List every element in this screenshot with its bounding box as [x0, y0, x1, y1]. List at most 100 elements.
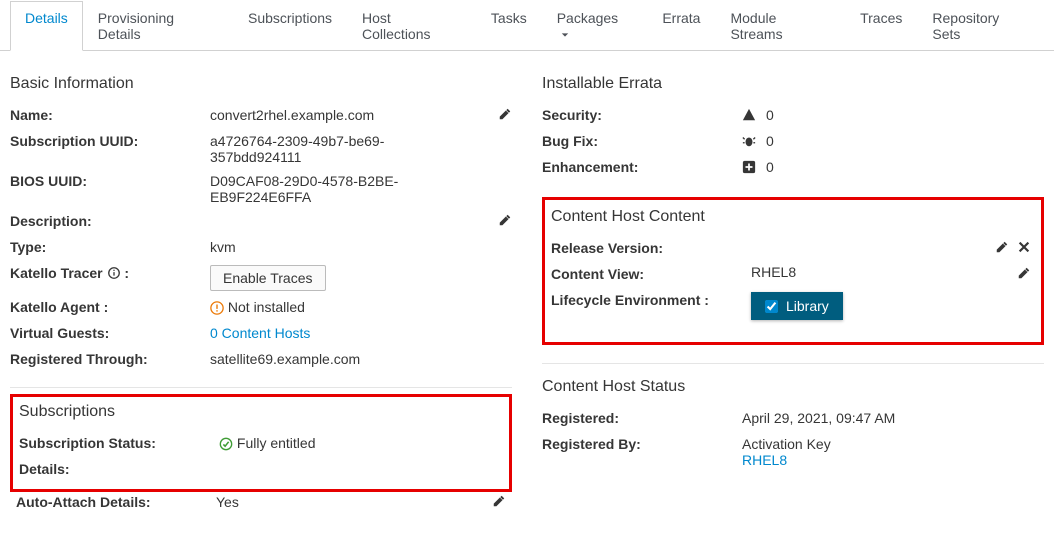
row-bugfix: Bug Fix: 0	[542, 131, 1044, 151]
enhancement-label: Enhancement:	[542, 157, 742, 175]
content-host-content-highlight: Content Host Content Release Version: Co…	[542, 197, 1044, 345]
registered-through-value: satellite69.example.com	[210, 349, 472, 367]
enhancement-count: 0	[766, 159, 774, 175]
tab-host-collections[interactable]: Host Collections	[347, 1, 476, 51]
edit-icon[interactable]	[498, 107, 512, 121]
row-enhancement: Enhancement: 0	[542, 157, 1044, 177]
remove-icon[interactable]	[1017, 240, 1031, 254]
type-label: Type:	[10, 237, 210, 255]
bios-uuid-label: BIOS UUID:	[10, 171, 210, 189]
bugfix-count: 0	[766, 133, 774, 149]
agent-value: Not installed	[210, 297, 472, 315]
row-security: Security: 0	[542, 105, 1044, 125]
tab-packages[interactable]: Packages	[542, 1, 648, 51]
registered-by-label: Registered By:	[542, 434, 742, 452]
security-label: Security:	[542, 105, 742, 123]
row-registered-by: Registered By: Activation Key RHEL8	[542, 434, 1044, 468]
lifecycle-env-value: Library	[786, 298, 829, 314]
name-value: convert2rhel.example.com	[210, 105, 472, 123]
tab-traces[interactable]: Traces	[845, 1, 917, 51]
installable-errata-title: Installable Errata	[542, 75, 1044, 93]
bugfix-label: Bug Fix:	[542, 131, 742, 149]
tracer-colon: :	[124, 265, 129, 281]
tracer-label: Katello Tracer :	[10, 263, 210, 281]
chevron-down-icon	[561, 26, 569, 34]
separator	[10, 387, 512, 388]
enable-traces-button[interactable]: Enable Traces	[210, 265, 326, 291]
tabs-bar: Details Provisioning Details Subscriptio…	[0, 0, 1054, 51]
tab-module-streams[interactable]: Module Streams	[715, 1, 845, 51]
bios-uuid-value: D09CAF08-29D0-4578-B2BE-EB9F224E6FFA	[210, 171, 472, 205]
type-value: kvm	[210, 237, 472, 255]
edit-icon[interactable]	[498, 213, 512, 227]
row-description: Description:	[10, 211, 512, 231]
registered-by-link[interactable]: RHEL8	[742, 452, 787, 468]
tab-tasks[interactable]: Tasks	[476, 1, 542, 51]
row-katello-agent: Katello Agent : Not installed	[10, 297, 512, 317]
tab-errata[interactable]: Errata	[647, 1, 715, 51]
release-version-label: Release Version:	[551, 238, 751, 256]
separator	[542, 363, 1044, 364]
bug-icon	[742, 134, 756, 148]
registered-through-label: Registered Through:	[10, 349, 210, 367]
content-view-value: RHEL8	[751, 264, 931, 280]
description-label: Description:	[10, 211, 210, 229]
row-lifecycle-env: Lifecycle Environment : Library	[551, 290, 1031, 320]
sub-status-text: Fully entitled	[237, 435, 316, 451]
registered-value: April 29, 2021, 09:47 AM	[742, 408, 1044, 426]
tracer-label-text: Katello Tracer	[10, 265, 103, 281]
row-sub-details: Details:	[19, 459, 503, 479]
row-bios-uuid: BIOS UUID: D09CAF08-29D0-4578-B2BE-EB9F2…	[10, 171, 512, 205]
sub-status-value: Fully entitled	[219, 433, 503, 451]
row-name: Name: convert2rhel.example.com	[10, 105, 512, 125]
edit-icon[interactable]	[1017, 266, 1031, 280]
content-host-content-title: Content Host Content	[551, 208, 1031, 226]
description-value	[210, 211, 472, 213]
sub-details-label: Details:	[19, 459, 219, 477]
sub-uuid-label: Subscription UUID:	[10, 131, 210, 149]
subscriptions-highlight: Subscriptions Subscription Status: Fully…	[10, 394, 512, 492]
lifecycle-env-badge[interactable]: Library	[751, 292, 843, 320]
tab-repository-sets[interactable]: Repository Sets	[917, 1, 1044, 51]
edit-icon[interactable]	[492, 494, 506, 508]
tab-details[interactable]: Details	[10, 1, 83, 51]
basic-info-title: Basic Information	[10, 75, 512, 93]
content-host-status-title: Content Host Status	[542, 378, 1044, 396]
row-sub-uuid: Subscription UUID: a4726764-2309-49b7-be…	[10, 131, 512, 165]
row-type: Type: kvm	[10, 237, 512, 257]
ok-circle-icon	[219, 437, 233, 451]
content-view-label: Content View:	[551, 264, 751, 282]
row-registered: Registered: April 29, 2021, 09:47 AM	[542, 408, 1044, 428]
subscriptions-title: Subscriptions	[19, 403, 503, 421]
row-sub-status: Subscription Status: Fully entitled	[19, 433, 503, 453]
tab-packages-label: Packages	[557, 10, 618, 26]
guests-link[interactable]: 0 Content Hosts	[210, 325, 310, 341]
row-katello-tracer: Katello Tracer : Enable Traces	[10, 263, 512, 291]
security-icon	[742, 108, 756, 122]
lifecycle-env-checkbox[interactable]	[765, 300, 778, 313]
row-registered-through: Registered Through: satellite69.example.…	[10, 349, 512, 369]
edit-icon[interactable]	[995, 240, 1009, 254]
row-virtual-guests: Virtual Guests: 0 Content Hosts	[10, 323, 512, 343]
row-auto-attach: Auto-Attach Details: Yes	[10, 492, 512, 512]
registered-by-text: Activation Key	[742, 436, 831, 452]
agent-value-text: Not installed	[228, 299, 305, 315]
auto-attach-value: Yes	[216, 492, 466, 510]
tab-subscriptions[interactable]: Subscriptions	[233, 1, 347, 51]
registered-label: Registered:	[542, 408, 742, 426]
warning-icon	[210, 301, 224, 315]
row-content-view: Content View: RHEL8	[551, 264, 1031, 284]
sub-uuid-value: a4726764-2309-49b7-be69-357bdd924111	[210, 131, 472, 165]
row-release-version: Release Version:	[551, 238, 1031, 258]
guests-label: Virtual Guests:	[10, 323, 210, 341]
agent-label: Katello Agent :	[10, 297, 210, 315]
tab-provisioning-details[interactable]: Provisioning Details	[83, 1, 233, 51]
name-label: Name:	[10, 105, 210, 123]
sub-status-label: Subscription Status:	[19, 433, 219, 451]
info-icon[interactable]	[107, 266, 121, 280]
auto-attach-label: Auto-Attach Details:	[16, 492, 216, 510]
lifecycle-env-label: Lifecycle Environment :	[551, 290, 751, 308]
security-count: 0	[766, 107, 774, 123]
plus-square-icon	[742, 160, 756, 174]
registered-by-value: Activation Key RHEL8	[742, 434, 1044, 468]
